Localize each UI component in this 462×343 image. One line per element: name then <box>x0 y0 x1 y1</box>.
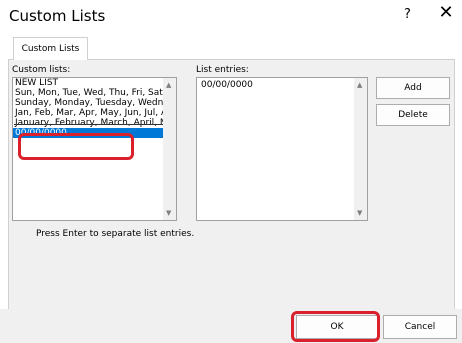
scroll-down-icon[interactable]: ▼ <box>166 209 171 217</box>
list-entries-label: List entries: <box>196 65 249 75</box>
scroll-up-icon[interactable]: ▲ <box>166 81 171 89</box>
help-button[interactable]: ? <box>404 7 411 22</box>
list-item[interactable]: Sunday, Monday, Tuesday, Wednes <box>13 98 176 108</box>
tab-custom-lists[interactable]: Custom Lists <box>13 37 88 60</box>
custom-lists-label: Custom lists: <box>12 65 71 75</box>
dialog-title: Custom Lists <box>9 7 106 25</box>
cancel-button[interactable]: Cancel <box>383 315 457 339</box>
list-entries-value: 00/00/0000 <box>201 80 253 90</box>
delete-button[interactable]: Delete <box>376 104 450 126</box>
list-item[interactable]: Jan, Feb, Mar, Apr, May, Jun, Jul, Au <box>13 108 176 118</box>
highlight-annotation-ok-button <box>291 311 380 342</box>
list-entries-scrollbar[interactable]: ▲ ▼ <box>354 78 367 220</box>
list-entries-textarea[interactable]: 00/00/0000 ▲ ▼ <box>196 77 368 221</box>
instruction-text: Press Enter to separate list entries. <box>36 229 195 239</box>
strikethrough-line <box>14 124 163 125</box>
highlight-annotation-selected-item <box>18 133 134 160</box>
title-bar: Custom Lists ? ✕ <box>0 0 462 34</box>
close-icon[interactable]: ✕ <box>435 3 457 23</box>
list-item[interactable]: NEW LIST <box>13 78 176 88</box>
custom-lists-scrollbar[interactable]: ▲ ▼ <box>163 78 176 220</box>
list-item[interactable]: Sun, Mon, Tue, Wed, Thu, Fri, Sat <box>13 88 176 98</box>
scroll-down-icon[interactable]: ▼ <box>357 209 362 217</box>
list-item[interactable]: January, February, March, April, Ma <box>13 118 176 128</box>
add-button[interactable]: Add <box>376 77 450 99</box>
scroll-up-icon[interactable]: ▲ <box>357 81 362 89</box>
tab-panel: Custom lists: NEW LIST Sun, Mon, Tue, We… <box>8 59 455 311</box>
